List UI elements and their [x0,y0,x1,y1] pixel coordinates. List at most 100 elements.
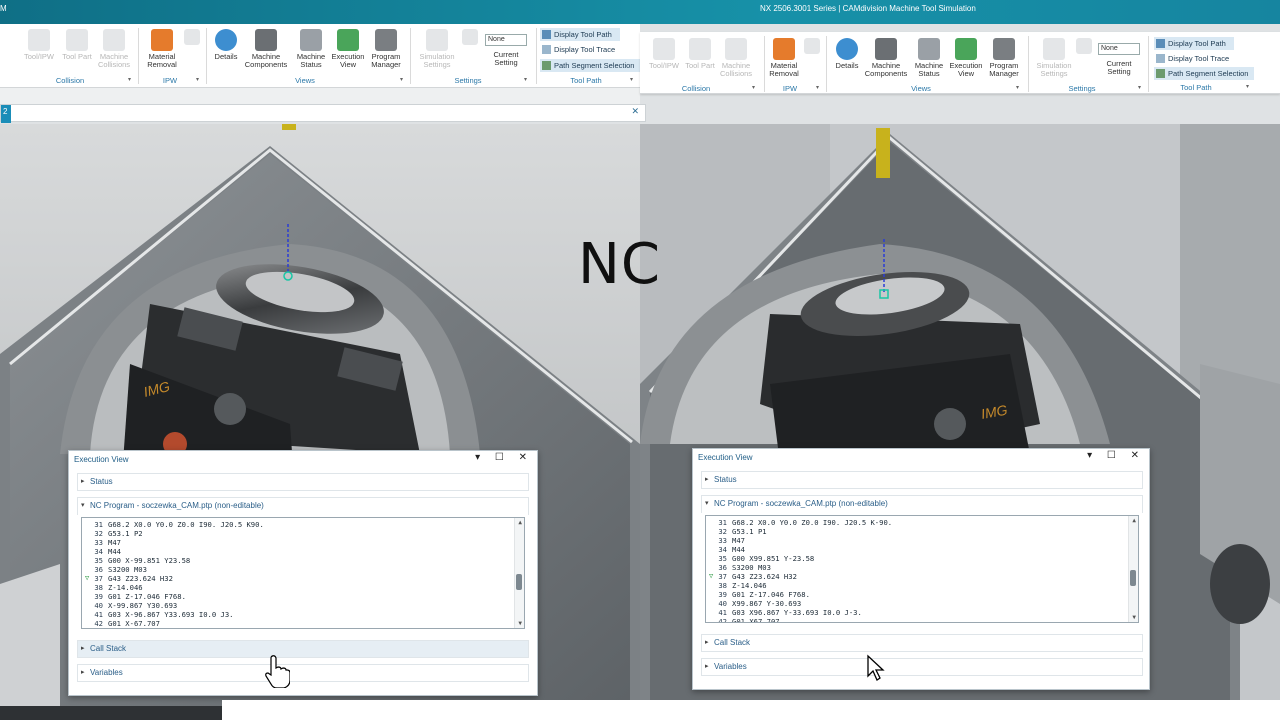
code-line[interactable]: 42 G01 X-67.707 [82,619,160,628]
material-removal-button[interactable]: Material Removal [142,29,182,69]
nc-program-section[interactable]: NC Program - soczewka_CAM.ptp (non-edita… [77,497,529,515]
machine-status-button[interactable]: Machine Status [292,29,330,69]
display-tool-trace-toggle[interactable]: Display Tool Trace [540,43,620,56]
simulation-settings-button[interactable]: Simulation Settings [1032,38,1076,78]
code-line[interactable]: 36 S3200 M03 [82,565,147,574]
code-line[interactable]: 39 G01 Z-17.046 F768. [82,592,186,601]
nc-program-section[interactable]: NC Program - soczewka_CAM.ptp (non-edita… [701,495,1143,513]
scroll-up-icon[interactable]: ▲ [518,519,522,526]
program-manager-button[interactable]: Program Manager [984,38,1024,78]
settings-group-caret[interactable]: ▾ [524,76,527,83]
material-removal-button[interactable]: Material Removal [766,38,802,78]
code-line[interactable]: 42 G01 X67.707 [706,617,780,623]
call-stack-section[interactable]: Call Stack [77,640,529,658]
code-line[interactable]: 40 X-99.867 Y30.693 [82,601,177,610]
machine-status-button[interactable]: Machine Status [910,38,948,78]
tool-part-button[interactable]: Tool Part [682,38,718,70]
settings-group-caret[interactable]: ▾ [1138,84,1141,91]
tool-trace-icon [542,45,551,54]
arrow-pointer-icon [867,654,885,681]
code-scrollbar[interactable] [1128,516,1138,622]
code-line[interactable]: 37 G43 Z23.624 H32 [706,572,797,581]
execution-view-button[interactable]: Execution View [330,29,366,69]
display-tool-path-toggle[interactable]: Display Tool Path [540,28,620,41]
scroll-thumb[interactable] [516,574,522,590]
details-button[interactable]: Details [830,38,864,70]
panel-window-controls[interactable]: ▾ ☐ ✕ [1087,450,1145,461]
code-line[interactable]: 39 G01 Z-17.046 F768. [706,590,810,599]
code-line[interactable]: 38 Z-14.046 [82,583,142,592]
current-setting-dropdown[interactable]: None [485,34,527,46]
machine-components-button[interactable]: Machine Components [242,29,290,69]
ipw-extra-button[interactable] [802,38,822,56]
code-line[interactable]: 32 G53.1 P2 [82,529,142,538]
ipw-extra-button[interactable] [182,29,202,47]
code-line[interactable]: 37 G43 Z23.624 H32 [82,574,173,583]
bottom-dark-strip [0,706,222,720]
tool-path-group-caret[interactable]: ▾ [1246,83,1249,90]
code-text: G01 X67.707 [732,617,780,623]
code-line[interactable]: 40 X99.867 Y-30.693 [706,599,801,608]
code-line[interactable]: 34 M44 [82,547,121,556]
code-line[interactable]: 33 M47 [706,536,745,545]
ipw-tool-icon [184,29,200,45]
ipw-group-caret[interactable]: ▾ [816,84,819,91]
display-tool-trace-label: Display Tool Trace [554,45,616,54]
code-line[interactable]: 31 G68.2 X0.0 Y0.0 Z0.0 I90. J20.5 K-90. [706,518,892,527]
execution-view-label: Execution View [331,52,365,69]
machine-collisions-button[interactable]: Machine Collisions [94,29,134,69]
collision-group-caret[interactable]: ▾ [752,84,755,91]
tool-ipw-button[interactable]: Tool/IPW [20,29,58,61]
current-setting-dropdown[interactable]: None [1098,43,1140,55]
machine-components-button[interactable]: Machine Components [862,38,910,78]
views-group-caret[interactable]: ▾ [1016,84,1019,91]
code-line[interactable]: 36 S3200 M03 [706,563,771,572]
code-line[interactable]: 35 G00 X99.851 Y-23.58 [706,554,814,563]
status-section[interactable]: Status [77,473,529,491]
code-line[interactable]: 41 G03 X96.867 Y-33.693 I0.0 J-3. [706,608,861,617]
scroll-up-icon[interactable]: ▲ [1132,517,1136,524]
variables-section[interactable]: Variables [77,664,529,682]
execution-view-button[interactable]: Execution View [948,38,984,78]
views-group-caret[interactable]: ▾ [400,76,403,83]
settings-extra-button[interactable] [460,29,480,47]
panel-window-controls[interactable]: ▾ ☐ ✕ [475,452,533,463]
details-button[interactable]: Details [210,29,242,61]
tab-close-icon[interactable]: ✕ [631,106,639,117]
program-manager-button[interactable]: Program Manager [366,29,406,69]
ribbon-separator [826,36,827,92]
code-line[interactable]: 41 G03 X-96.867 Y33.693 I0.0 J3. [82,610,233,619]
code-line[interactable]: 31 G68.2 X0.0 Y0.0 Z0.0 I90. J20.5 K90. [82,520,263,529]
document-tab[interactable]: 2 ✕ [0,104,646,123]
status-section[interactable]: Status [701,471,1143,489]
code-line[interactable]: 32 G53.1 P1 [706,527,766,536]
material-removal-label: Material Removal [147,52,177,69]
path-segment-selection-toggle[interactable]: Path Segment Selection [1154,67,1254,80]
tool-ipw-button[interactable]: Tool/IPW [646,38,682,70]
code-scrollbar[interactable] [514,518,524,628]
tool-path-group-caret[interactable]: ▾ [630,76,633,83]
collision-icon [653,38,675,60]
nc-code-listing[interactable]: ▲ ▼ 31 G68.2 X0.0 Y0.0 Z0.0 I90. J20.5 K9… [81,517,525,629]
code-line[interactable]: 38 Z-14.046 [706,581,766,590]
tool-part-button[interactable]: Tool Part [58,29,96,61]
scroll-thumb[interactable] [1130,570,1136,586]
simulation-settings-label: Simulation Settings [419,52,455,69]
display-tool-path-toggle[interactable]: Display Tool Path [1154,37,1234,50]
scroll-down-icon[interactable]: ▼ [518,620,522,627]
machine-collisions-button[interactable]: Machine Collisions [716,38,756,78]
display-tool-trace-toggle[interactable]: Display Tool Trace [1154,52,1234,65]
collision-group-caret[interactable]: ▾ [128,76,131,83]
variables-section[interactable]: Variables [701,658,1143,676]
code-line[interactable]: 33 M47 [82,538,121,547]
nc-code-listing[interactable]: ▲ ▼ 31 G68.2 X0.0 Y0.0 Z0.0 I90. J20.5 K-… [705,515,1139,623]
ipw-group-caret[interactable]: ▾ [196,76,199,83]
settings-extra-button[interactable] [1074,38,1094,56]
path-segment-selection-toggle[interactable]: Path Segment Selection [540,59,640,72]
call-stack-section[interactable]: Call Stack [701,634,1143,652]
scroll-down-icon[interactable]: ▼ [1132,614,1136,621]
code-line[interactable]: 34 M44 [706,545,745,554]
simulation-settings-button[interactable]: Simulation Settings [414,29,460,69]
code-line[interactable]: 35 G00 X-99.851 Y23.58 [82,556,190,565]
ipw-group-label: IPW [162,76,178,85]
